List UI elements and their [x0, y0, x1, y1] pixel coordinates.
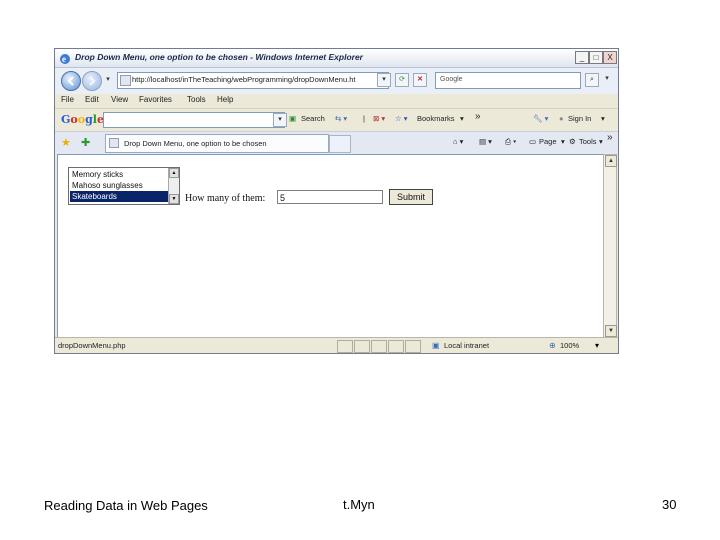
menu-view[interactable]: View [111, 95, 128, 104]
scroll-down-icon[interactable]: ▼ [169, 194, 179, 204]
bookmarks-button[interactable]: Bookmarks [417, 114, 455, 123]
google-toolbar: Google ▾ ▣ Search ⇆ ▾ | ⊠ ▾ ☆ ▾ Bookmark… [55, 108, 618, 131]
google-field-dropdown-icon[interactable]: ▾ [273, 113, 287, 127]
svg-text:e: e [62, 54, 66, 64]
search-icon[interactable]: ⌕ [585, 73, 599, 87]
status-panel [337, 340, 353, 353]
forward-button[interactable] [82, 71, 102, 91]
google-search-icon: ▣ [289, 114, 297, 123]
listbox-option-selected[interactable]: Skateboards [70, 191, 169, 202]
zoom-icon: ⊕ [549, 341, 556, 350]
menu-favorites[interactable]: Favorites [139, 95, 172, 104]
sign-in-icon: ● [559, 114, 564, 123]
page-scroll-down-icon[interactable]: ▼ [605, 325, 617, 337]
more-commands-icon[interactable]: » [607, 132, 613, 143]
scroll-up-icon[interactable]: ▲ [169, 168, 179, 178]
tab-active[interactable]: Drop Down Menu, one option to be chosen [105, 134, 329, 153]
print-icon[interactable]: ⎙ ▾ [505, 137, 516, 147]
forward-arrow-icon [89, 76, 96, 86]
submit-button[interactable]: Submit [389, 189, 433, 205]
listbox-scrollbar[interactable]: ▲ ▼ [168, 168, 179, 204]
bookmarks-dropdown-icon[interactable]: ▾ [460, 114, 464, 123]
tab-bar: ★ ✚ Drop Down Menu, one option to be cho… [55, 131, 618, 154]
google-search-button[interactable]: Search [301, 114, 325, 123]
slide-page-number: 30 [662, 497, 677, 512]
quantity-input[interactable]: 5 [277, 190, 383, 204]
page-menu-dropdown-icon[interactable]: ▾ [561, 137, 565, 146]
tools-menu-dropdown-icon[interactable]: ▾ [599, 137, 603, 146]
star-icon[interactable]: ☆ ▾ [395, 114, 408, 123]
popup-blocker-icon[interactable]: ⊠ ▾ [373, 114, 385, 123]
minimize-button[interactable]: _ [575, 51, 589, 64]
history-dropdown-icon[interactable]: ▾ [102, 74, 114, 86]
tab-title: Drop Down Menu, one option to be chosen [124, 139, 267, 148]
page-scrollbar[interactable]: ▲ ▼ [603, 154, 617, 338]
status-panel [354, 340, 370, 353]
page-scroll-up-icon[interactable]: ▲ [605, 155, 617, 167]
menu-file[interactable]: File [61, 95, 74, 104]
navigation-bar: ▾ http://localhost/inTheTeaching/webProg… [55, 68, 618, 94]
tools-gear-icon: ⚙ [569, 137, 576, 146]
new-tab-button[interactable] [329, 135, 351, 153]
menu-help[interactable]: Help [217, 95, 233, 104]
favorites-star-icon[interactable]: ★ [61, 136, 71, 149]
address-dropdown-icon[interactable]: ▾ [377, 73, 391, 87]
close-button[interactable]: X [603, 51, 617, 64]
slide-footer-title: Reading Data in Web Pages [44, 498, 208, 513]
status-panel [371, 340, 387, 353]
search-options-icon[interactable]: ▾ [601, 73, 613, 85]
search-input[interactable]: Google [435, 72, 581, 89]
tool-option-icon[interactable]: ⇆ ▾ [335, 114, 347, 123]
tool-separator-icon: | [363, 114, 365, 123]
menu-bar: File Edit View Favorites Tools Help [55, 94, 618, 107]
stop-icon[interactable]: ✕ [413, 73, 427, 87]
url-text: http://localhost/inTheTeaching/webProgra… [132, 75, 356, 84]
page-content: Memory sticks Mahoso sunglasses Skateboa… [57, 154, 605, 338]
status-panel [405, 340, 421, 353]
search-placeholder: Google [440, 76, 463, 83]
slide-footer-author: t.Myn [343, 497, 375, 512]
status-text: dropDownMenu.php [58, 341, 126, 350]
menu-tools[interactable]: Tools [187, 95, 206, 104]
back-button[interactable] [61, 71, 81, 91]
add-favorite-icon[interactable]: ✚ [81, 136, 90, 149]
feeds-icon[interactable]: ▤ ▾ [479, 137, 492, 146]
window-title: Drop Down Menu, one option to be chosen … [75, 52, 363, 62]
page-icon: ▭ [529, 137, 537, 146]
google-search-field[interactable] [103, 112, 285, 128]
quantity-label: How many of them: [185, 193, 266, 204]
intranet-icon: ▣ [432, 341, 440, 350]
status-panel [388, 340, 404, 353]
page-icon [120, 75, 131, 86]
page-menu[interactable]: Page [539, 137, 557, 146]
tab-page-icon [109, 138, 119, 148]
sign-in-dropdown-icon[interactable]: ▾ [601, 114, 605, 123]
listbox-option[interactable]: Memory sticks [70, 169, 169, 180]
zoom-dropdown-icon[interactable]: ▾ [595, 341, 599, 350]
wrench-icon[interactable]: 🔧︎ ▾ [533, 114, 548, 123]
home-icon[interactable]: ⌂ ▾ [453, 137, 463, 146]
browser-window: e Drop Down Menu, one option to be chose… [54, 48, 619, 354]
refresh-icon[interactable]: ⟳ [395, 73, 409, 87]
maximize-button[interactable]: □ [589, 51, 603, 64]
tools-menu[interactable]: Tools [579, 137, 597, 146]
back-arrow-icon [67, 76, 74, 86]
menu-edit[interactable]: Edit [85, 95, 99, 104]
title-bar: e Drop Down Menu, one option to be chose… [55, 49, 618, 68]
more-tools-icon[interactable]: » [475, 111, 481, 122]
google-logo: Google [61, 113, 104, 126]
listbox-option[interactable]: Mahoso sunglasses [70, 180, 169, 191]
product-listbox[interactable]: Memory sticks Mahoso sunglasses Skateboa… [68, 167, 180, 205]
status-bar: dropDownMenu.php ▣ Local intranet ⊕ 100%… [55, 337, 618, 353]
sign-in-button[interactable]: Sign In [568, 114, 591, 123]
security-zone[interactable]: Local intranet [444, 341, 489, 350]
zoom-level[interactable]: 100% [560, 341, 579, 350]
address-field[interactable]: http://localhost/inTheTeaching/webProgra… [117, 72, 389, 89]
